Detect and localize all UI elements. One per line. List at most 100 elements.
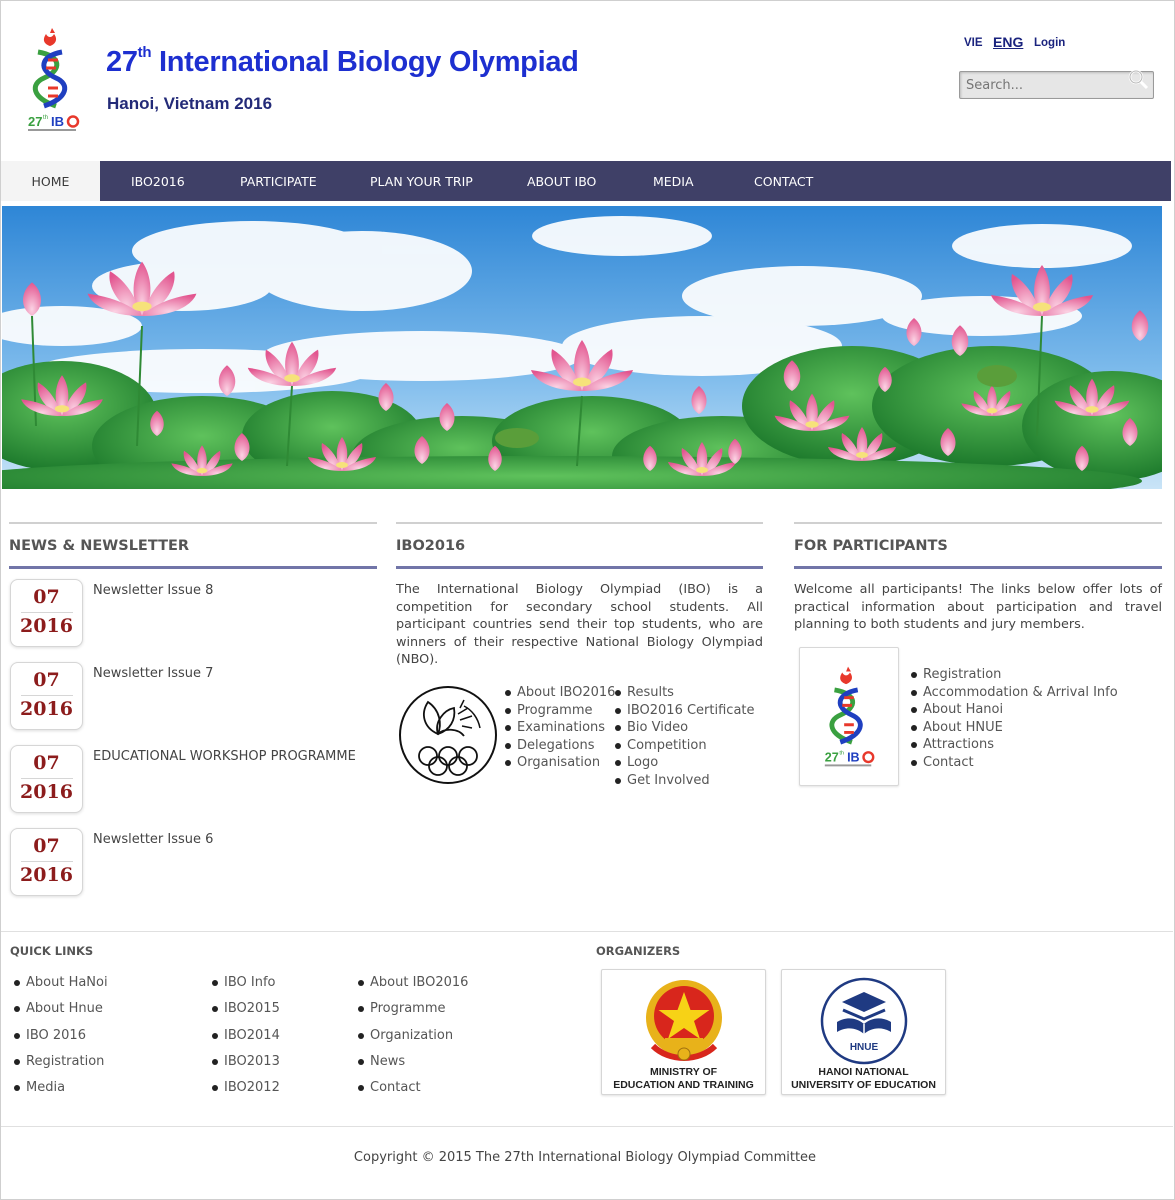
svg-text:IB: IB bbox=[847, 751, 860, 765]
participants-title: FOR PARTICIPANTS bbox=[794, 538, 948, 554]
news-date-badge: 07 2016 bbox=[10, 745, 83, 813]
nav-participate[interactable]: PARTICIPATE bbox=[240, 161, 317, 201]
svg-text:IB: IB bbox=[51, 114, 64, 129]
news-item-link[interactable]: Newsletter Issue 7 bbox=[93, 666, 213, 681]
link-organisation[interactable]: Organisation bbox=[504, 754, 615, 772]
link-results[interactable]: Results bbox=[614, 684, 755, 702]
site-title[interactable]: 27th International Biology Olympiad bbox=[106, 44, 579, 79]
quick-link[interactable]: Contact bbox=[356, 1075, 468, 1101]
link-attractions[interactable]: Attractions bbox=[910, 736, 1118, 754]
ibo2016-accent-rule bbox=[396, 566, 763, 569]
news-item-link[interactable]: Newsletter Issue 6 bbox=[93, 832, 213, 847]
date-divider bbox=[20, 695, 73, 696]
nav-contact[interactable]: CONTACT bbox=[754, 161, 813, 201]
date-divider bbox=[20, 612, 73, 613]
title-text: International Biology Olympiad bbox=[159, 46, 579, 78]
news-date-badge: 07 2016 bbox=[10, 662, 83, 730]
link-about-hanoi[interactable]: About Hanoi bbox=[910, 701, 1118, 719]
lang-vie-link[interactable]: VIE bbox=[964, 37, 983, 49]
copyright-text: Copyright © 2015 The 27th International … bbox=[353, 1150, 817, 1165]
site-subtitle: Hanoi, Vietnam 2016 bbox=[107, 94, 273, 113]
nav-media[interactable]: MEDIA bbox=[653, 161, 694, 201]
date-year: 2016 bbox=[20, 781, 73, 803]
date-year: 2016 bbox=[20, 864, 73, 886]
title-sup: th bbox=[137, 44, 152, 61]
ibo2016-links-right: Results IBO2016 Certificate Bio Video Co… bbox=[614, 684, 755, 790]
quick-links-col2: IBO Info IBO2015 IBO2014 IBO2013 IBO2012 bbox=[210, 970, 280, 1101]
quick-link[interactable]: About Hnue bbox=[12, 996, 108, 1022]
nav-ibo2016[interactable]: IBO2016 bbox=[131, 161, 185, 201]
nav-home[interactable]: HOME bbox=[1, 161, 100, 201]
quick-links-col3: About IBO2016 Programme Organization New… bbox=[356, 970, 468, 1101]
search-input[interactable] bbox=[960, 72, 1120, 98]
news-accent-rule bbox=[9, 566, 377, 569]
footer-divider bbox=[1, 931, 1173, 932]
link-about-ibo2016[interactable]: About IBO2016 bbox=[504, 684, 615, 702]
org-line: MINISTRY OF bbox=[649, 1066, 718, 1078]
link-programme[interactable]: Programme bbox=[504, 702, 615, 720]
quick-link[interactable]: IBO 2016 bbox=[12, 1023, 108, 1049]
date-month: 07 bbox=[33, 586, 60, 608]
news-item-link[interactable]: EDUCATIONAL WORKSHOP PROGRAMME bbox=[93, 749, 356, 764]
link-get-involved[interactable]: Get Involved bbox=[614, 772, 755, 790]
quick-link[interactable]: IBO2015 bbox=[210, 996, 280, 1022]
ibo2016-links-left: About IBO2016 Programme Examinations Del… bbox=[504, 684, 615, 772]
link-certificate[interactable]: IBO2016 Certificate bbox=[614, 702, 755, 720]
main-nav: HOME IBO2016 PARTICIPATE PLAN YOUR TRIP … bbox=[1, 161, 1171, 201]
link-accommodation[interactable]: Accommodation & Arrival Info bbox=[910, 684, 1118, 702]
link-about-hnue[interactable]: About HNUE bbox=[910, 719, 1118, 737]
org-line: HANOI NATIONAL bbox=[818, 1066, 909, 1078]
quick-link[interactable]: About IBO2016 bbox=[356, 970, 468, 996]
nav-about-ibo[interactable]: ABOUT IBO bbox=[527, 161, 596, 201]
ibo-logo-icon: 27 th IB bbox=[824, 666, 875, 767]
ibo-logo-icon[interactable]: 27 th IB bbox=[22, 26, 84, 134]
hnue-logo-icon: HNUE bbox=[820, 977, 908, 1065]
link-bio-video[interactable]: Bio Video bbox=[614, 719, 755, 737]
date-divider bbox=[20, 778, 73, 779]
link-registration[interactable]: Registration bbox=[910, 666, 1118, 684]
quick-link[interactable]: Registration bbox=[12, 1049, 108, 1075]
link-competition-label: Competition bbox=[627, 737, 707, 753]
date-month: 07 bbox=[33, 752, 60, 774]
search-icon[interactable] bbox=[1127, 68, 1149, 90]
svg-text:27: 27 bbox=[825, 751, 839, 765]
ibo2016-title: IBO2016 bbox=[396, 538, 466, 554]
quick-link[interactable]: IBO2014 bbox=[210, 1023, 280, 1049]
organizer-moet[interactable]: MINISTRY OF EDUCATION AND TRAINING bbox=[601, 969, 766, 1095]
nav-plan-your-trip[interactable]: PLAN YOUR TRIP bbox=[370, 161, 473, 201]
news-date-badge: 07 2016 bbox=[10, 828, 83, 896]
quick-link[interactable]: Programme bbox=[356, 996, 468, 1022]
date-month: 07 bbox=[33, 669, 60, 691]
svg-text:th: th bbox=[839, 751, 844, 757]
date-divider bbox=[20, 861, 73, 862]
quick-link[interactable]: IBO2013 bbox=[210, 1049, 280, 1075]
login-link[interactable]: Login bbox=[1034, 37, 1065, 49]
lang-eng-link[interactable]: ENG bbox=[993, 34, 1023, 50]
ibo-emblem-icon bbox=[399, 686, 497, 784]
quick-link[interactable]: News bbox=[356, 1049, 468, 1075]
copyright-divider bbox=[1, 1126, 1173, 1127]
news-item-link[interactable]: Newsletter Issue 8 bbox=[93, 583, 213, 598]
date-month: 07 bbox=[33, 835, 60, 857]
link-competition[interactable]: Competition bbox=[614, 737, 755, 755]
org-line: UNIVERSITY OF EDUCATION bbox=[791, 1078, 936, 1091]
link-contact[interactable]: Contact bbox=[910, 754, 1118, 772]
quick-links-col1: About HaNoi About Hnue IBO 2016 Registra… bbox=[12, 970, 108, 1101]
quick-link[interactable]: IBO2012 bbox=[210, 1075, 280, 1101]
link-examinations[interactable]: Examinations bbox=[504, 719, 615, 737]
search-box bbox=[959, 68, 1154, 99]
quick-link[interactable]: Organization bbox=[356, 1023, 468, 1049]
organizer-hnue[interactable]: HNUE HANOI NATIONAL UNIVERSITY OF EDUCAT… bbox=[781, 969, 946, 1095]
link-logo[interactable]: Logo bbox=[614, 754, 755, 772]
quick-link[interactable]: IBO Info bbox=[210, 970, 280, 996]
quick-link[interactable]: Media bbox=[12, 1075, 108, 1101]
title-number: 27 bbox=[106, 46, 138, 78]
date-year: 2016 bbox=[20, 698, 73, 720]
national-emblem-icon bbox=[646, 980, 722, 1061]
organizer-hnue-label: HANOI NATIONAL UNIVERSITY OF EDUCATION bbox=[782, 1066, 945, 1091]
participants-accent-rule bbox=[794, 566, 1162, 569]
svg-text:th: th bbox=[43, 115, 48, 121]
quick-link[interactable]: About HaNoi bbox=[12, 970, 108, 996]
link-delegations[interactable]: Delegations bbox=[504, 737, 615, 755]
quick-links-title: QUICK LINKS bbox=[10, 944, 94, 958]
